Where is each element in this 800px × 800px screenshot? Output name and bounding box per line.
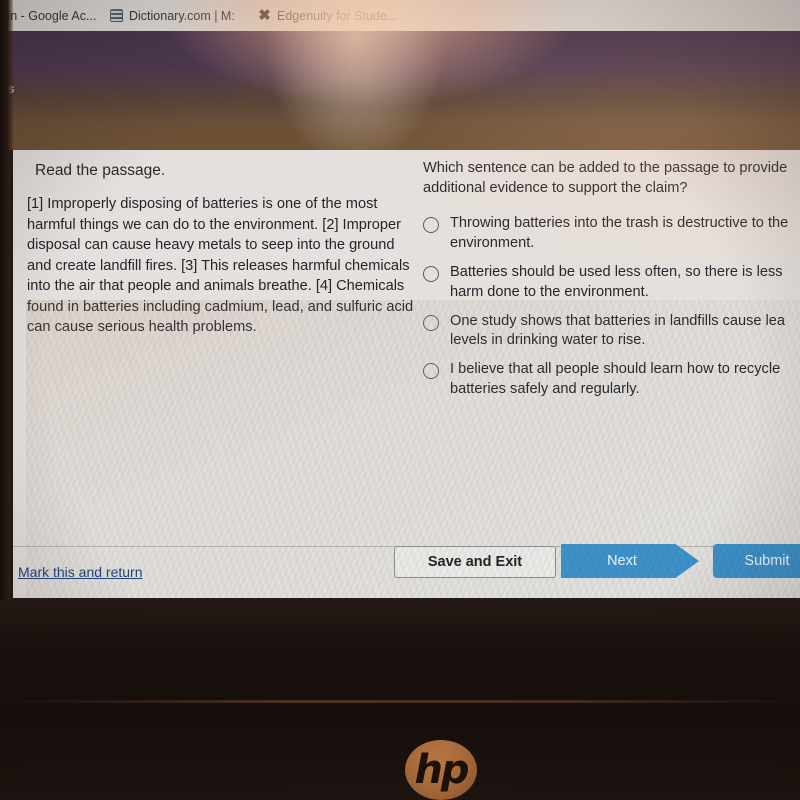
- edgenuity-favicon: ✖: [258, 7, 271, 24]
- browser-tab-title: Edgenuity for Stude...: [277, 8, 398, 23]
- option-line-1: Throwing batteries into the trash is des…: [450, 215, 789, 232]
- answer-option-3[interactable]: One study shows that batteries in landfi…: [423, 312, 800, 352]
- passage-heading: Read the passage.: [35, 162, 166, 179]
- option-line-1: Batteries should be used less often, so …: [450, 263, 783, 280]
- next-button[interactable]: Next: [561, 544, 699, 578]
- option-line-2: harm done to the environment.: [450, 283, 649, 300]
- browser-tab-title: Dictionary.com | M:: [129, 8, 235, 23]
- hp-wordmark: hp: [414, 747, 469, 793]
- browser-tab-2[interactable]: ✖ Edgenuity for Stude...: [258, 4, 397, 27]
- passage-panel: Read the passage. [1] Improperly disposi…: [27, 162, 422, 338]
- quiz-content-page: Read the passage. [1] Improperly disposi…: [13, 150, 800, 600]
- bezel-seam: [0, 700, 800, 703]
- option-line-1: One study shows that batteries in landfi…: [450, 312, 786, 329]
- answer-option-4[interactable]: I believe that all people should learn h…: [423, 360, 800, 400]
- screen-left-bezel-edge: [0, 0, 13, 600]
- answer-option-1[interactable]: Throwing batteries into the trash is des…: [423, 214, 800, 254]
- dictionary-favicon: [110, 9, 123, 22]
- radio-button-icon[interactable]: [423, 217, 439, 234]
- submit-button[interactable]: Submit: [713, 544, 800, 578]
- radio-button-icon[interactable]: [423, 314, 439, 331]
- option-line-1: I believe that all people should learn h…: [450, 361, 781, 378]
- save-and-exit-button[interactable]: Save and Exit: [394, 546, 556, 578]
- question-prompt: Which sentence can be added to the passa…: [423, 160, 788, 197]
- browser-tab-0[interactable]: n in - Google Ac...: [0, 4, 96, 27]
- chromeos-shelf: ✓ ★ PEARSON TestNav: [0, 630, 800, 700]
- browser-tab-strip: n in - Google Ac... Dictionary.com | M: …: [0, 0, 800, 31]
- answer-option-label: Throwing batteries into the trash is des…: [450, 214, 788, 254]
- passage-text: [1] Improperly disposing of batteries is…: [27, 196, 414, 336]
- answer-option-label: One study shows that batteries in landfi…: [450, 312, 785, 352]
- mark-this-and-return-link[interactable]: Mark this and return: [18, 564, 143, 580]
- radio-button-icon[interactable]: [423, 265, 439, 282]
- browser-tab-title: n in - Google Ac...: [0, 8, 97, 23]
- browser-chrome-area: ks Quiz Active 1 2 3 4 5 6 TIME REMAININ…: [0, 31, 800, 239]
- photo-of-laptop-screen: n in - Google Ac... Dictionary.com | M: …: [0, 0, 800, 800]
- hp-brand-logo: hp: [405, 740, 477, 800]
- option-line-2: levels in drinking water to rise.: [450, 332, 646, 349]
- radio-button-icon[interactable]: [423, 363, 439, 380]
- answer-option-label: Batteries should be used less often, so …: [450, 263, 783, 303]
- option-line-2: batteries safely and regularly.: [450, 381, 640, 398]
- option-line-2: environment.: [450, 235, 535, 252]
- answer-option-2[interactable]: Batteries should be used less often, so …: [423, 263, 800, 303]
- browser-tab-1[interactable]: Dictionary.com | M:: [110, 4, 235, 27]
- laptop-screen: n in - Google Ac... Dictionary.com | M: …: [0, 0, 800, 600]
- question-panel: Which sentence can be added to the passa…: [423, 158, 800, 409]
- answer-option-label: I believe that all people should learn h…: [450, 360, 780, 400]
